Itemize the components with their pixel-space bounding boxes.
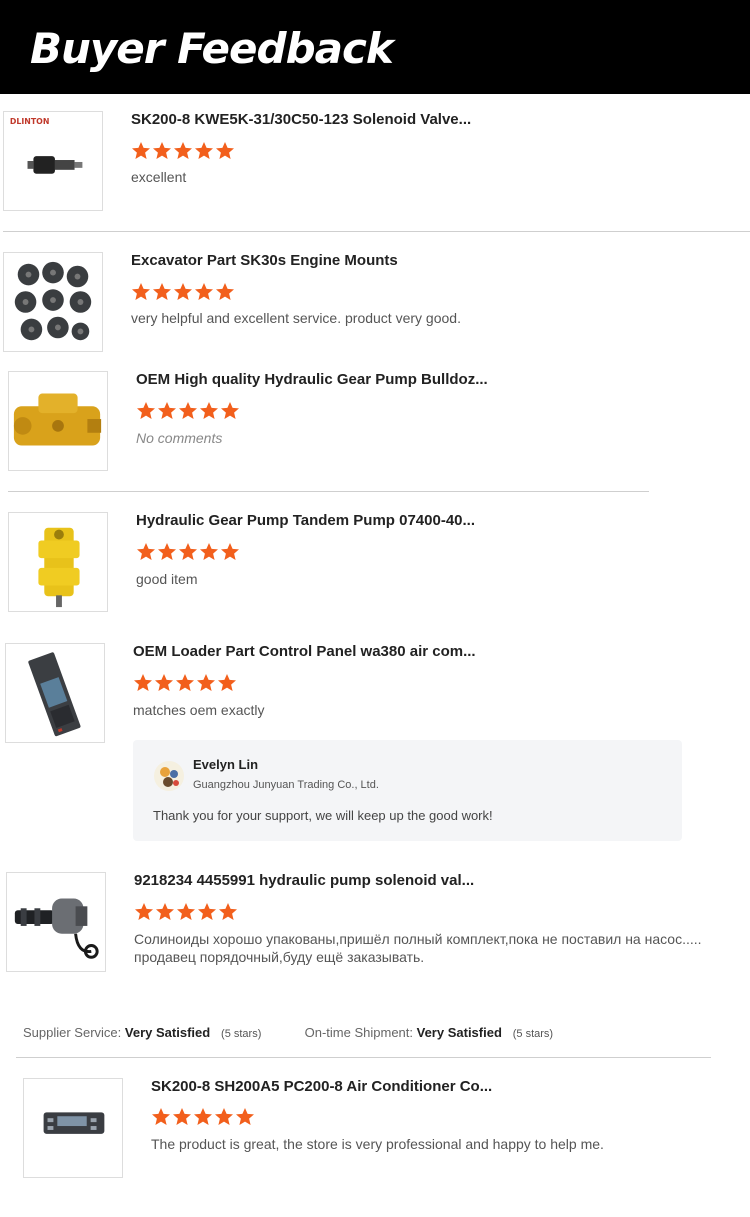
star-icon (173, 1108, 191, 1125)
star-icon (135, 903, 153, 920)
product-thumbnail[interactable]: DLINTON (3, 111, 103, 211)
product-thumbnail[interactable] (8, 512, 108, 612)
star-icon (179, 543, 197, 560)
star-rating (134, 902, 238, 921)
star-rating (133, 673, 237, 692)
engine-mounts-image (14, 261, 92, 341)
review-comment: Солиноиды хорошо упакованы,пришёл полный… (134, 931, 702, 965)
star-icon (195, 142, 213, 159)
seller-reply: Evelyn Lin Guangzhou Junyuan Trading Co.… (133, 740, 682, 841)
star-icon (137, 402, 155, 419)
ac-controller-image (43, 1112, 105, 1134)
star-icon (152, 1108, 170, 1125)
star-icon (216, 283, 234, 300)
solenoid-valve-image: DLINTON (10, 117, 83, 174)
star-rating (136, 401, 240, 420)
star-icon (156, 903, 174, 920)
banner-title: Buyer Feedback (30, 24, 394, 73)
banner: Buyer Feedback (0, 0, 750, 94)
product-thumbnail[interactable] (3, 252, 103, 352)
control-panel-image (28, 652, 81, 737)
pump-solenoid-image (14, 898, 99, 959)
product-title[interactable]: SK200-8 KWE5K-31/30C50-123 Solenoid Valv… (131, 111, 471, 128)
shipment-stars: (5 stars) (512, 1028, 554, 1040)
shipment-value: Very Satisfied (416, 1025, 502, 1040)
supplier-service-label: Supplier Service: (23, 1025, 122, 1040)
svg-text:DLINTON: DLINTON (10, 117, 50, 126)
seller-company: Guangzhou Junyuan Trading Co., Ltd. (193, 779, 379, 791)
star-icon (155, 674, 173, 691)
supplier-service-stars: (5 stars) (221, 1028, 262, 1040)
product-title[interactable]: OEM Loader Part Control Panel wa380 air … (133, 643, 476, 660)
tandem-pump-image (38, 527, 80, 608)
star-icon (221, 543, 239, 560)
star-icon (216, 142, 234, 159)
star-icon (195, 283, 213, 300)
star-icon (219, 903, 237, 920)
star-icon (174, 142, 192, 159)
star-icon (158, 402, 176, 419)
seller-avatar (154, 761, 184, 791)
star-icon (200, 402, 218, 419)
star-rating (131, 141, 235, 160)
star-icon (177, 903, 195, 920)
star-icon (158, 543, 176, 560)
product-thumbnail[interactable] (8, 371, 108, 471)
review-comment: very helpful and excellent service. prod… (131, 310, 461, 326)
product-title[interactable]: SK200-8 SH200A5 PC200-8 Air Conditioner … (151, 1078, 492, 1095)
gear-pump-image (13, 393, 102, 446)
star-icon (198, 903, 216, 920)
product-title[interactable]: Excavator Part SK30s Engine Mounts (131, 252, 398, 269)
review-comment: matches oem exactly (133, 702, 265, 718)
product-title[interactable]: 9218234 4455991 hydraulic pump solenoid … (134, 872, 474, 889)
star-icon (132, 283, 150, 300)
divider (16, 1057, 711, 1058)
product-thumbnail[interactable] (5, 643, 105, 743)
star-icon (236, 1108, 254, 1125)
divider (8, 491, 649, 492)
star-icon (218, 674, 236, 691)
star-icon (194, 1108, 212, 1125)
seller-name: Evelyn Lin (193, 757, 259, 772)
star-icon (176, 674, 194, 691)
star-icon (153, 283, 171, 300)
star-icon (215, 1108, 233, 1125)
review-comment: The product is great, the store is very … (151, 1136, 604, 1152)
ratings-summary: Supplier Service: Very Satisfied (5 star… (23, 1025, 553, 1040)
star-icon (137, 543, 155, 560)
review-comment: No comments (136, 430, 223, 446)
supplier-service-value: Very Satisfied (124, 1025, 211, 1040)
shipment-label: On-time Shipment: (304, 1025, 413, 1040)
review-comment: good item (136, 571, 198, 587)
review-comment: excellent (131, 169, 187, 185)
star-rating (131, 282, 235, 301)
seller-reply-text: Thank you for your support, we will keep… (153, 808, 493, 823)
star-icon (179, 402, 197, 419)
star-icon (197, 674, 215, 691)
star-icon (132, 142, 150, 159)
star-icon (200, 543, 218, 560)
star-icon (134, 674, 152, 691)
star-icon (153, 142, 171, 159)
star-icon (221, 402, 239, 419)
product-title[interactable]: OEM High quality Hydraulic Gear Pump Bul… (136, 371, 488, 388)
product-thumbnail[interactable] (6, 872, 106, 972)
star-icon (174, 283, 192, 300)
star-rating (151, 1107, 255, 1126)
product-title[interactable]: Hydraulic Gear Pump Tandem Pump 07400-40… (136, 512, 475, 529)
divider (3, 231, 750, 232)
product-thumbnail[interactable] (23, 1078, 123, 1178)
star-rating (136, 542, 240, 561)
